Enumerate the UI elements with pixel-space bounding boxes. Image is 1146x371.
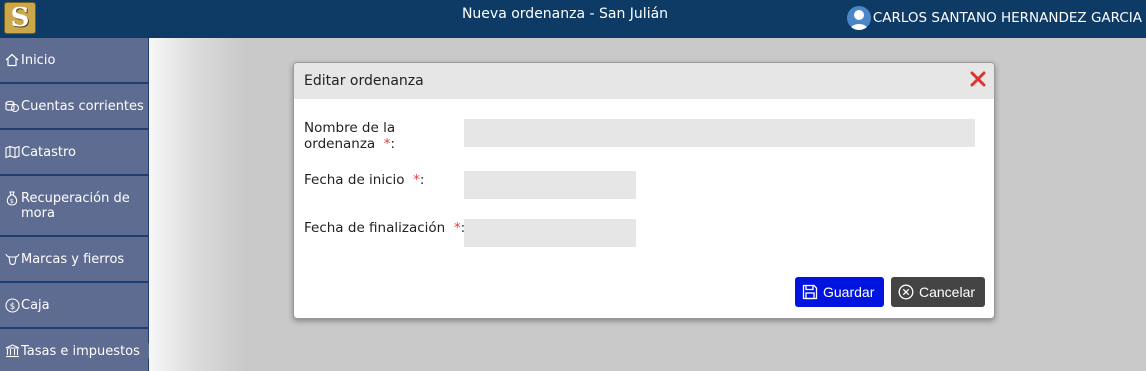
user-avatar-icon bbox=[846, 6, 871, 30]
sidebar-item-recuperacion-de-mora[interactable]: $ Recuperación de mora bbox=[0, 176, 148, 235]
sidebar-item-label: Cuentas corrientes bbox=[21, 98, 144, 114]
sidebar-item-tasas-e-impuestos[interactable]: Tasas e impuestos bbox=[0, 329, 157, 371]
end-date-input[interactable] bbox=[464, 219, 636, 247]
sidebar: Inicio Cuentas corrientes Catastro $ Rec… bbox=[0, 38, 157, 371]
dialog-header: Editar ordenanza bbox=[294, 63, 994, 99]
sidebar-item-inicio[interactable]: Inicio bbox=[0, 38, 148, 82]
svg-text:$: $ bbox=[10, 198, 14, 205]
sidebar-item-caja[interactable]: $ Caja bbox=[0, 283, 148, 327]
user-menu[interactable]: CARLOS SANTANO HERNANDEZ GARCIA bbox=[846, 6, 1142, 30]
end-date-label: Fecha de finalización *: bbox=[304, 220, 466, 236]
required-marker: * bbox=[413, 172, 420, 188]
edit-ordinance-dialog: Editar ordenanza Nombre de la ordenanza … bbox=[293, 62, 995, 319]
sidebar-item-label: Recuperación de mora bbox=[21, 190, 130, 221]
coins-icon bbox=[4, 98, 20, 114]
start-date-label: Fecha de inicio *: bbox=[304, 172, 425, 188]
sidebar-item-label: Tasas e impuestos bbox=[21, 343, 140, 359]
svg-text:$: $ bbox=[9, 302, 15, 312]
sidebar-item-catastro[interactable]: Catastro bbox=[0, 130, 148, 174]
start-date-input[interactable] bbox=[464, 171, 636, 199]
cancel-button-label: Cancelar bbox=[919, 284, 976, 300]
dollar-circle-icon: $ bbox=[4, 297, 20, 313]
required-marker: * bbox=[453, 220, 461, 236]
sidebar-item-cuentas-corrientes[interactable]: Cuentas corrientes bbox=[0, 84, 148, 128]
dialog-title: Editar ordenanza bbox=[304, 73, 424, 89]
bank-icon bbox=[4, 343, 20, 359]
user-name: CARLOS SANTANO HERNANDEZ GARCIA bbox=[872, 10, 1142, 26]
map-icon bbox=[4, 144, 20, 160]
floppy-disk-icon bbox=[801, 283, 819, 301]
close-icon[interactable] bbox=[968, 69, 988, 89]
bull-icon bbox=[4, 251, 20, 267]
money-bag-icon: $ bbox=[4, 190, 20, 206]
save-button-label: Guardar bbox=[823, 284, 875, 300]
cancel-circle-icon bbox=[897, 283, 915, 301]
sidebar-item-label: Caja bbox=[21, 297, 50, 313]
home-icon bbox=[4, 52, 20, 68]
sidebar-item-label: Catastro bbox=[21, 144, 76, 160]
required-marker: * bbox=[383, 136, 391, 152]
ordinance-name-label: Nombre de la ordenanza *: bbox=[304, 120, 396, 152]
sidebar-item-marcas-y-fierros[interactable]: Marcas y fierros bbox=[0, 237, 148, 281]
ordinance-name-input[interactable] bbox=[464, 119, 975, 147]
sidebar-item-label: Marcas y fierros bbox=[21, 251, 125, 267]
cancel-button[interactable]: Cancelar bbox=[891, 277, 985, 307]
save-button[interactable]: Guardar bbox=[795, 277, 884, 307]
sidebar-item-label: Inicio bbox=[21, 52, 56, 68]
top-bar: S Nueva ordenanza - San Julián CARLOS SA… bbox=[0, 0, 1146, 38]
